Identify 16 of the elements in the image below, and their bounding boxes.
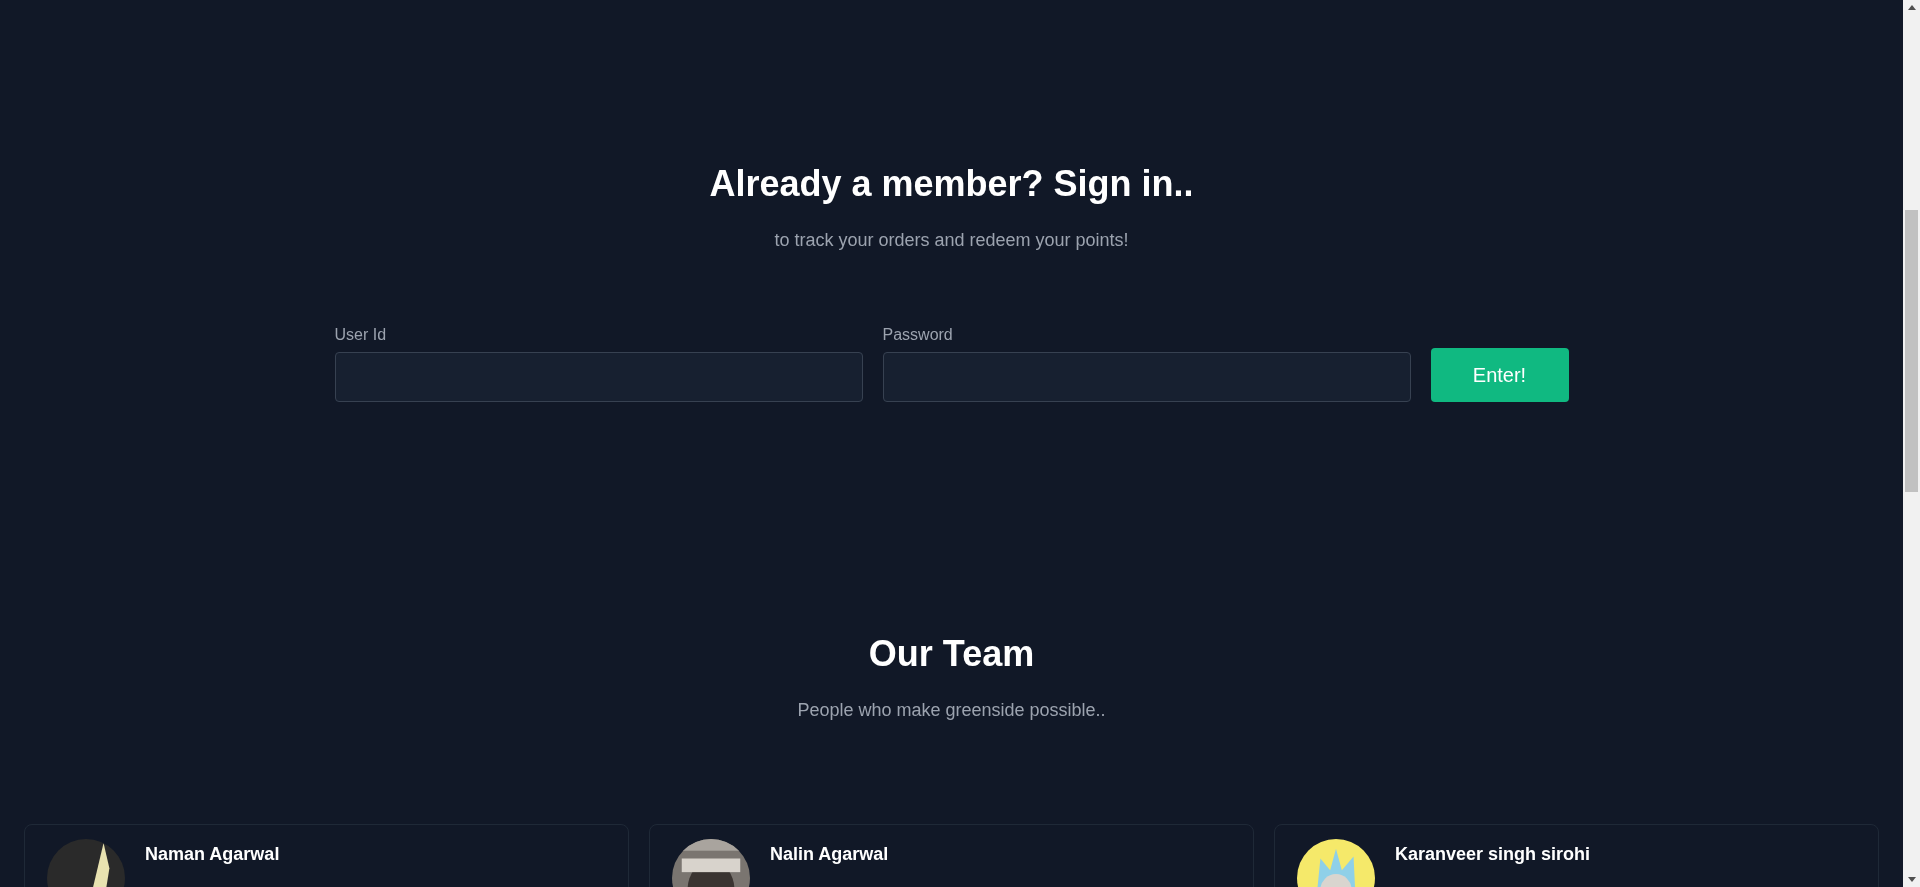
member-name: Karanveer singh sirohi (1395, 843, 1591, 865)
member-name: Naman Agarwal (145, 843, 280, 865)
input-field[interactable] (334, 352, 863, 402)
signin-heading: Already a member? Sign in.. (709, 162, 1194, 206)
enter-button[interactable]: Enter! (1430, 348, 1569, 402)
scroll-down-icon[interactable] (1907, 877, 1916, 882)
member-name: Nalin Agarwal (770, 843, 889, 865)
team-heading: Our Team (868, 632, 1035, 676)
field-label: Password (882, 325, 954, 345)
scrollbar[interactable] (1903, 0, 1920, 887)
scroll-thumb[interactable] (1905, 210, 1918, 492)
team-subtitle: People who make greenside possible.. (797, 699, 1106, 722)
field-label: User Id (334, 325, 388, 345)
input-field[interactable] (882, 352, 1411, 402)
signin-subtitle: to track your orders and redeem your points! (774, 229, 1129, 252)
scroll-up-icon[interactable] (1907, 5, 1916, 10)
